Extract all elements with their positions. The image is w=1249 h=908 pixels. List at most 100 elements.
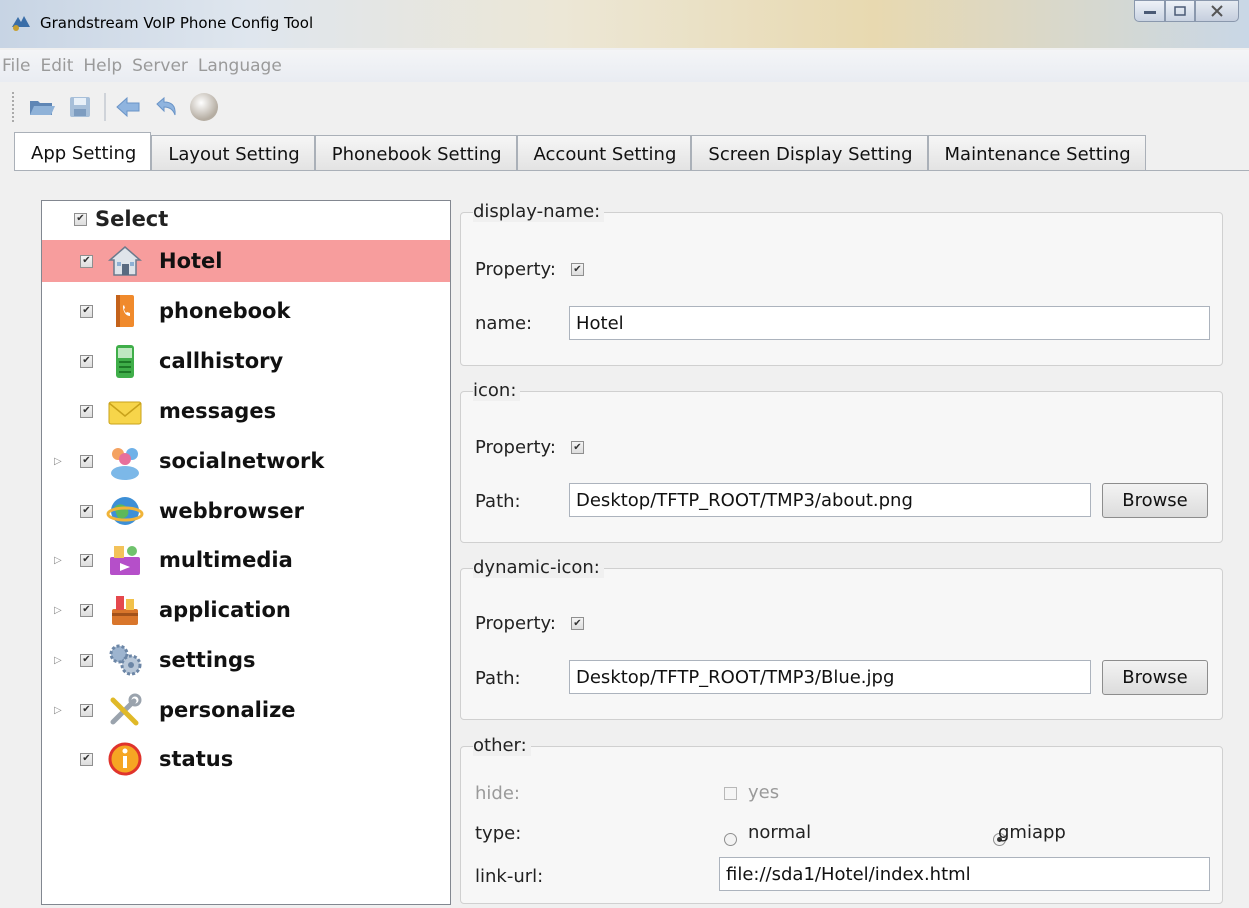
maximize-button[interactable] (1165, 0, 1195, 22)
hide-yes-checkbox[interactable] (724, 787, 737, 800)
dynamic-icon-path-input[interactable]: Desktop/TFTP_ROOT/TMP3/Blue.jpg (569, 660, 1091, 694)
tree-item-label: application (159, 598, 291, 622)
property-label: Property: (475, 259, 556, 280)
icon-browse-button[interactable]: Browse (1102, 483, 1208, 518)
tab-bar: App Setting Layout Setting Phonebook Set… (14, 132, 1146, 170)
expand-arrow-icon[interactable]: ▷ (54, 555, 64, 566)
name-input[interactable]: Hotel (569, 306, 1210, 340)
house-icon (107, 246, 143, 276)
back-button[interactable] (112, 91, 144, 123)
info-icon (108, 742, 142, 776)
expand-arrow-icon[interactable]: ▷ (54, 456, 64, 467)
tree-item-checkbox[interactable]: ✔ (80, 553, 93, 567)
toolbar-grip[interactable] (12, 92, 16, 122)
tree-item-hotel[interactable]: ✔ Hotel (42, 240, 450, 282)
display-name-property-checkbox[interactable]: ✔ (571, 263, 584, 276)
property-label: Property: (475, 437, 556, 458)
minimize-icon (1143, 11, 1156, 14)
tab-phonebook-setting[interactable]: Phonebook Setting (314, 135, 517, 170)
tree-item-phonebook[interactable]: ✔ phonebook (42, 290, 450, 332)
tab-app-setting[interactable]: App Setting (14, 132, 152, 170)
tree-item-multimedia[interactable]: ▷ ✔ multimedia (42, 539, 450, 581)
menu-help[interactable]: Help (83, 56, 129, 76)
tab-layout-setting[interactable]: Layout Setting (151, 135, 315, 170)
dynamic-icon-browse-button[interactable]: Browse (1102, 660, 1208, 695)
dynamic-icon-property-checkbox[interactable]: ✔ (571, 617, 584, 630)
select-all-checkbox[interactable]: ✔ (74, 212, 87, 226)
circle-button[interactable] (188, 91, 220, 123)
app-logo-icon (12, 16, 30, 31)
tree-item-callhistory[interactable]: ✔ callhistory (42, 340, 450, 382)
undo-icon (156, 96, 176, 116)
dynamic-icon-group: dynamic-icon: Property: ✔ Path: Desktop/… (460, 557, 1223, 720)
hide-label: hide: (475, 783, 520, 804)
globe-icon (106, 497, 144, 525)
menu-server[interactable]: Server (132, 56, 195, 76)
tab-screen-display-setting[interactable]: Screen Display Setting (691, 135, 928, 170)
close-icon (1211, 5, 1223, 17)
tree-item-label: webbrowser (159, 499, 304, 523)
minimize-button[interactable] (1134, 0, 1165, 22)
icon-legend: icon: (473, 380, 521, 401)
tree-item-label: multimedia (159, 548, 293, 572)
menu-file[interactable]: File (2, 56, 37, 76)
maximize-icon (1174, 6, 1186, 16)
link-url-label: link-url: (475, 866, 544, 887)
tree-item-checkbox[interactable]: ✔ (80, 304, 93, 318)
tree-item-personalize[interactable]: ▷ ✔ personalize (42, 689, 450, 731)
tree-item-checkbox[interactable]: ✔ (80, 404, 93, 418)
menu-edit[interactable]: Edit (40, 56, 80, 76)
tab-account-setting[interactable]: Account Setting (516, 135, 692, 170)
name-label: name: (475, 313, 533, 334)
menu-bar: File Edit Help Server Language (0, 50, 1249, 82)
display-name-group: display-name: Property: ✔ name: Hotel (460, 201, 1223, 366)
tree-item-checkbox[interactable]: ✔ (80, 254, 93, 268)
save-button[interactable] (64, 91, 96, 123)
icon-property-checkbox[interactable]: ✔ (571, 441, 584, 454)
property-label: Property: (475, 613, 556, 634)
tree-item-checkbox[interactable]: ✔ (80, 752, 93, 766)
tree-item-checkbox[interactable]: ✔ (80, 454, 93, 468)
undo-button[interactable] (150, 91, 182, 123)
dynamic-icon-legend: dynamic-icon: (473, 557, 604, 578)
icon-path-input[interactable]: Desktop/TFTP_ROOT/TMP3/about.png (569, 483, 1091, 517)
phonebook-icon (116, 295, 134, 327)
tree-item-checkbox[interactable]: ✔ (80, 603, 93, 617)
tree-item-status[interactable]: ✔ status (42, 738, 450, 780)
save-icon (70, 97, 90, 117)
tree-header-label: Select (95, 207, 169, 231)
tree-item-checkbox[interactable]: ✔ (80, 703, 93, 717)
tab-maintenance-setting[interactable]: Maintenance Setting (927, 135, 1146, 170)
expand-arrow-icon[interactable]: ▷ (54, 705, 64, 716)
path-label: Path: (475, 668, 521, 689)
menu-language[interactable]: Language (198, 56, 289, 76)
tree-header: ✔ Select (74, 207, 168, 231)
link-url-input[interactable]: file://sda1/Hotel/index.html (719, 857, 1210, 891)
tools-icon (110, 693, 142, 726)
type-normal-label: normal (748, 822, 812, 843)
expand-arrow-icon[interactable]: ▷ (54, 605, 64, 616)
tree-item-webbrowser[interactable]: ✔ webbrowser (42, 490, 450, 532)
path-label: Path: (475, 491, 521, 512)
tree-item-socialnetwork[interactable]: ▷ ✔ socialnetwork (42, 440, 450, 482)
toolbox-icon (112, 596, 138, 625)
toolbar-separator (104, 93, 106, 121)
expand-arrow-icon[interactable]: ▷ (54, 655, 64, 666)
people-icon (111, 448, 139, 480)
circle-icon (190, 93, 218, 121)
toolbar (0, 84, 1249, 130)
tree-item-checkbox[interactable]: ✔ (80, 354, 93, 368)
open-button[interactable] (26, 91, 58, 123)
other-legend: other: (473, 735, 531, 756)
type-normal-radio[interactable] (724, 832, 737, 846)
tree-item-checkbox[interactable]: ✔ (80, 504, 93, 518)
tree-item-checkbox[interactable]: ✔ (80, 653, 93, 667)
close-button[interactable] (1195, 0, 1239, 22)
hide-yes-label: yes (748, 782, 780, 803)
tree-item-label: settings (159, 648, 256, 672)
envelope-icon (108, 401, 142, 425)
tree-item-messages[interactable]: ✔ messages (42, 390, 450, 432)
tree-item-settings[interactable]: ▷ ✔ settings (42, 639, 450, 681)
tree-item-label: status (159, 747, 234, 771)
tree-item-application[interactable]: ▷ ✔ application (42, 589, 450, 631)
